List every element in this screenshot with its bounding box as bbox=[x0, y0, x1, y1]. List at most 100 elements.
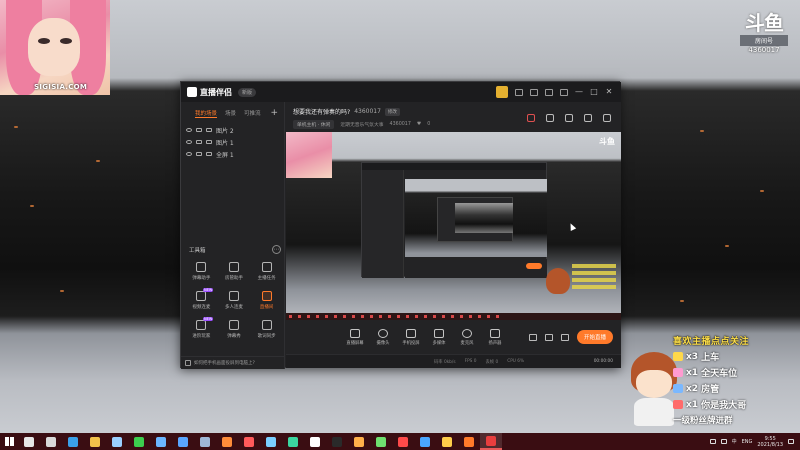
lock-icon[interactable] bbox=[196, 152, 202, 156]
firefox-icon bbox=[222, 436, 232, 447]
taskbar-app[interactable] bbox=[414, 433, 436, 450]
share-icon[interactable] bbox=[603, 114, 611, 122]
room-header-actions bbox=[527, 114, 611, 122]
taskbar-app[interactable] bbox=[150, 433, 172, 450]
tool-streamer-task[interactable]: 主播任务 bbox=[250, 262, 283, 281]
taskbar-app[interactable] bbox=[18, 433, 40, 450]
language-indicator[interactable]: ENG bbox=[742, 439, 753, 445]
taskbar-app[interactable] bbox=[62, 433, 84, 450]
shirt-icon[interactable] bbox=[565, 114, 573, 122]
start-live-button[interactable]: 开始直播 bbox=[576, 330, 613, 344]
phone-cast-icon bbox=[406, 328, 416, 338]
clock[interactable]: 9:55 2021/8/13 bbox=[757, 436, 783, 448]
gift-perk: 房管 bbox=[701, 385, 720, 395]
strip-dot bbox=[478, 315, 481, 318]
taskbar-app[interactable] bbox=[326, 433, 348, 450]
mic-button[interactable]: 麦克风 bbox=[456, 328, 478, 346]
taskbar-app[interactable] bbox=[348, 433, 370, 450]
tool-label: 直播间 bbox=[259, 305, 274, 310]
message-icon[interactable] bbox=[515, 88, 523, 96]
tool-multi-call[interactable]: 多人连麦 bbox=[218, 291, 251, 310]
overlay-line: x2 房管 bbox=[673, 382, 798, 395]
taskbar-app[interactable] bbox=[194, 433, 216, 450]
taskbar-app[interactable] bbox=[458, 433, 480, 450]
eye-icon[interactable] bbox=[186, 140, 192, 144]
taskbar-app[interactable] bbox=[304, 433, 326, 450]
screen-icon[interactable] bbox=[530, 88, 538, 96]
tool-advanced-player[interactable]: NEW 进阶玩家 bbox=[185, 317, 218, 339]
tool-label: 主播任务 bbox=[257, 276, 276, 281]
tool-admin-helper[interactable]: 房管助手 bbox=[218, 262, 251, 281]
titlebar-actions: — □ ✕ bbox=[496, 86, 613, 98]
taskbar-app[interactable] bbox=[40, 433, 62, 450]
start-button[interactable] bbox=[0, 433, 18, 450]
minimize-button[interactable]: — bbox=[575, 88, 583, 96]
taskbar-app[interactable] bbox=[216, 433, 238, 450]
lock-icon[interactable] bbox=[196, 128, 202, 132]
layer-item[interactable]: 全屏 1 bbox=[181, 148, 284, 160]
layer-item[interactable]: 图片 1 bbox=[181, 136, 284, 148]
gift-icon[interactable] bbox=[527, 114, 535, 122]
eye-icon[interactable] bbox=[186, 152, 192, 156]
bird-icon bbox=[266, 436, 276, 447]
sidebar-footer-tip[interactable]: 如何把手机画面投屏到电脑上? bbox=[181, 356, 285, 369]
taskbar-app[interactable] bbox=[84, 433, 106, 450]
strip-dot bbox=[442, 315, 445, 318]
category-selector[interactable]: 单机主机 · 休闲 bbox=[293, 120, 335, 129]
eye-icon[interactable] bbox=[186, 128, 192, 132]
tool-video-call[interactable]: NEW 视频连麦 bbox=[185, 288, 218, 310]
volume-icon[interactable] bbox=[720, 439, 727, 444]
tab-my-scenes[interactable]: 我的场景 bbox=[195, 109, 218, 118]
phone-cast-button[interactable]: 手机投屏 bbox=[400, 328, 422, 346]
layer-item[interactable]: 图片 2 bbox=[181, 124, 284, 136]
control-label: 多媒体 bbox=[432, 340, 446, 346]
settings-icon[interactable] bbox=[560, 88, 568, 96]
nested-sidebar bbox=[362, 170, 404, 278]
taskbar-app[interactable] bbox=[128, 433, 150, 450]
tool-danmu-show[interactable]: 弹幕秀 bbox=[218, 320, 251, 339]
logo-mark: 斗鱼 bbox=[745, 11, 784, 35]
taskbar-app[interactable] bbox=[392, 433, 414, 450]
tool-danmu-helper[interactable]: 弹幕助手 bbox=[185, 262, 218, 281]
mascot-line bbox=[572, 278, 616, 282]
tool-lyrics-sync[interactable]: 歌词同步 bbox=[250, 320, 283, 339]
tab-scenes[interactable]: 场景 bbox=[225, 109, 236, 117]
taskbar-app[interactable] bbox=[172, 433, 194, 450]
network-icon[interactable] bbox=[709, 439, 716, 444]
record-icon[interactable] bbox=[528, 333, 537, 341]
steam-icon bbox=[200, 436, 210, 447]
version-button[interactable]: 新版 bbox=[238, 87, 257, 97]
maximize-button[interactable]: □ bbox=[590, 88, 598, 96]
stream-preview[interactable]: 斗鱼 bbox=[286, 132, 621, 320]
shirt-icon[interactable] bbox=[545, 88, 553, 96]
gear-icon[interactable] bbox=[560, 333, 569, 341]
speaker-button[interactable]: 扬声器 bbox=[484, 328, 506, 346]
ime-indicator[interactable]: 中 bbox=[732, 438, 737, 445]
room-title[interactable]: 想要我还有弹奏的吗? bbox=[293, 107, 350, 116]
taskbar-app[interactable] bbox=[282, 433, 304, 450]
strip-dot bbox=[388, 315, 391, 318]
douyu-logo: 斗鱼 房间号 4360017 bbox=[740, 12, 788, 54]
notification-icon[interactable] bbox=[788, 439, 794, 444]
tab-streamable[interactable]: 可推流 bbox=[244, 109, 261, 117]
add-scene-button[interactable]: + bbox=[270, 109, 278, 118]
taskbar-app[interactable] bbox=[480, 433, 502, 450]
lock-icon[interactable] bbox=[546, 114, 554, 122]
bell-icon[interactable] bbox=[584, 114, 592, 122]
taskbar-app[interactable] bbox=[106, 433, 128, 450]
edit-title-button[interactable]: 修改 bbox=[384, 107, 400, 116]
lock-icon[interactable] bbox=[196, 140, 202, 144]
taskbar-app[interactable] bbox=[238, 433, 260, 450]
taskbar-app[interactable] bbox=[260, 433, 282, 450]
media-button[interactable]: 多媒体 bbox=[428, 328, 450, 346]
taskbar-app[interactable] bbox=[436, 433, 458, 450]
eye-icon[interactable] bbox=[544, 333, 553, 341]
camera-button[interactable]: 摄像头 bbox=[372, 328, 394, 346]
close-button[interactable]: ✕ bbox=[605, 88, 613, 96]
tool-live-room[interactable]: 直播间 bbox=[250, 291, 283, 310]
screen-share-button[interactable]: 直播屏幕 bbox=[344, 328, 366, 346]
more-icon[interactable]: ⋯ bbox=[272, 245, 281, 254]
live-companion-icon bbox=[486, 435, 496, 446]
taskbar-app[interactable] bbox=[370, 433, 392, 450]
avatar-icon[interactable] bbox=[496, 86, 508, 98]
